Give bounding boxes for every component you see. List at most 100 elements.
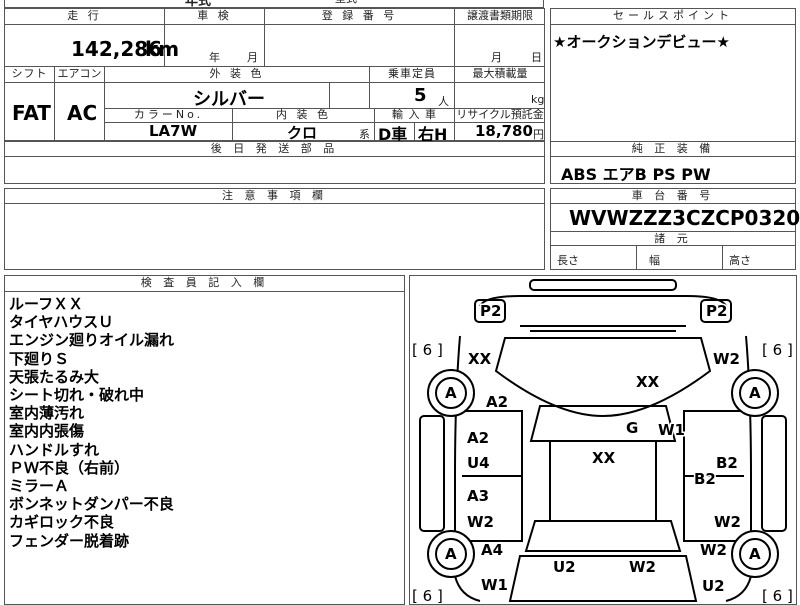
mark-a3-rear-door-left: A3 bbox=[467, 487, 489, 505]
damage-diagram-box: [ 6 ] [ 6 ] [ 6 ] [ 6 ] P2 P2 XX W2 A A … bbox=[409, 275, 797, 605]
mark-w2-trunk: W2 bbox=[629, 558, 656, 576]
import-drive-cell: D車 bbox=[375, 123, 415, 144]
registration-cell bbox=[265, 25, 455, 67]
note-line: エンジン廻りオイル漏れ bbox=[9, 331, 175, 350]
mark-w2-rear-door-right: W2 bbox=[714, 513, 741, 531]
interior-color-label: 内 装 色 bbox=[233, 109, 375, 123]
capacity-cell: 5 人 bbox=[370, 83, 455, 109]
mark-w2-rear-right: W2 bbox=[700, 541, 727, 559]
recycle-value: 18,780 bbox=[475, 122, 533, 140]
left-rail-shape bbox=[419, 415, 445, 532]
sales-point-label: セールスポイント bbox=[551, 9, 795, 25]
shift-cell: FAT bbox=[5, 83, 55, 141]
mark-w1-rear-left: W1 bbox=[481, 576, 508, 594]
exterior-color-extra bbox=[330, 83, 370, 109]
chassis-value: WVWZZZ3CZCP032002 bbox=[569, 206, 800, 230]
mark-a-wheel-rr: A bbox=[749, 545, 761, 563]
color-no-value: LA7W bbox=[149, 122, 198, 140]
equipment-box: 純 正 装 備 ABS エアB PS PW bbox=[550, 141, 796, 184]
transfer-label: 譲渡書類期限 bbox=[455, 9, 545, 25]
mark-w2-rear-door-left: W2 bbox=[467, 513, 494, 531]
exterior-color-label: 外 装 色 bbox=[105, 67, 370, 83]
model-type-fragment: 型式 bbox=[335, 0, 357, 6]
max-load-label: 最大積載量 bbox=[455, 67, 545, 83]
mark-a-wheel-fl: A bbox=[445, 384, 457, 402]
sales-point-text: ★オークションデビュー★ bbox=[553, 33, 730, 51]
inspector-label: 検 査 員 記 入 欄 bbox=[5, 276, 404, 292]
windshield-shape bbox=[529, 405, 677, 442]
note-line: ＰＷ不良（右前） bbox=[9, 458, 130, 477]
right-rail-shape bbox=[761, 415, 787, 532]
mileage-label: 走 行 bbox=[5, 9, 165, 25]
tire-fl-value: 6 bbox=[423, 341, 433, 359]
inspection-year-unit: 年 bbox=[209, 51, 220, 64]
shift-value: FAT bbox=[12, 101, 51, 125]
mark-u4-front-door-left: U4 bbox=[467, 454, 490, 472]
tire-rl-bracket: [ 6 ] bbox=[412, 587, 443, 604]
note-line: ミラーＡ bbox=[9, 477, 70, 496]
mark-b2-right-step: B2 bbox=[694, 470, 716, 488]
aircon-cell: AC bbox=[55, 83, 105, 141]
equipment-value: ABS エアB PS PW bbox=[561, 165, 711, 184]
chassis-label: 車 台 番 号 bbox=[551, 189, 795, 204]
equipment-label: 純 正 装 備 bbox=[551, 142, 795, 157]
tire-fr-value: 6 bbox=[773, 341, 783, 359]
inspector-box: 検 査 員 記 入 欄 ルーフＸＸ タイヤハウスＵ エンジン廻りオイル漏れ 下廻… bbox=[4, 275, 405, 605]
later-parts-label: 後 日 発 送 部 品 bbox=[5, 142, 544, 157]
mark-g-windshield: G bbox=[626, 419, 638, 437]
mileage-cell: 142,286 km bbox=[5, 25, 179, 67]
mark-b2-right-pillar: B2 bbox=[716, 454, 738, 472]
front-lip-shape bbox=[520, 325, 686, 332]
inspection-label: 車 検 bbox=[165, 9, 265, 25]
note-line: ハンドルすれ bbox=[9, 440, 100, 459]
recycle-label: リサイクル預託金 bbox=[455, 108, 545, 123]
mark-w2-front-right: W2 bbox=[713, 350, 740, 368]
later-parts-box: 後 日 発 送 部 品 bbox=[4, 141, 545, 184]
interior-color-value: クロ bbox=[287, 124, 318, 142]
note-line: 天張たるみ大 bbox=[9, 367, 100, 386]
shift-label: シフト bbox=[5, 67, 55, 83]
note-line: シート切れ・破れ中 bbox=[9, 386, 145, 405]
note-line: 室内内張傷 bbox=[9, 422, 85, 441]
dimension-height-cell: 高さ bbox=[723, 246, 795, 269]
rear-window-shape bbox=[524, 520, 682, 552]
dimensions-label: 諸 元 bbox=[551, 231, 795, 246]
tire-rl-value: 6 bbox=[423, 587, 433, 604]
mark-a2-front-door-left: A2 bbox=[467, 429, 489, 447]
trunk-shape bbox=[508, 555, 698, 602]
tire-fr-bracket: [ 6 ] bbox=[762, 341, 793, 359]
capacity-label: 乗車定員 bbox=[370, 67, 455, 83]
note-line: 室内薄汚れ bbox=[9, 404, 85, 423]
sales-point-box: セールスポイント ★オークションデビュー★ bbox=[550, 8, 796, 142]
chassis-box: 車 台 番 号 WVWZZZ3CZCP032002 諸 元 長さ 幅 高さ bbox=[550, 188, 800, 270]
transfer-cell: 月 日 bbox=[455, 25, 545, 67]
car-diagram: [ 6 ] [ 6 ] [ 6 ] [ 6 ] P2 P2 XX W2 A A … bbox=[412, 279, 793, 604]
dimension-height-label: 高さ bbox=[729, 254, 751, 267]
mark-xx-roof: XX bbox=[592, 449, 616, 467]
dimension-length-label: 長さ bbox=[557, 254, 579, 267]
mark-a-wheel-rl: A bbox=[445, 545, 457, 563]
registration-label: 登 録 番 号 bbox=[265, 9, 455, 25]
mark-u2-trunk: U2 bbox=[553, 558, 576, 576]
exterior-color-value: シルバー bbox=[193, 89, 265, 110]
note-line: ルーフＸＸ bbox=[9, 295, 84, 313]
max-load-unit: kg bbox=[531, 93, 545, 106]
aircon-label: エアコン bbox=[55, 67, 105, 83]
mark-xx-front-left: XX bbox=[468, 350, 492, 368]
mark-w1-windshield: W1 bbox=[658, 421, 685, 439]
front-bumper-shape bbox=[529, 279, 677, 291]
transfer-day-unit: 日 bbox=[531, 51, 542, 64]
hood-shape bbox=[494, 337, 712, 418]
interior-color-cell: クロ 系 bbox=[233, 123, 375, 142]
mark-xx-hood: XX bbox=[636, 373, 660, 391]
dimension-width-label: 幅 bbox=[649, 254, 660, 267]
color-no-label: カラーNo. bbox=[105, 109, 233, 123]
import-handle-cell: 右H bbox=[415, 123, 455, 144]
capacity-unit: 人 bbox=[438, 95, 449, 108]
capacity-value: 5 bbox=[414, 85, 427, 106]
tire-rr-bracket: [ 6 ] bbox=[762, 587, 793, 604]
dimension-width-cell: 幅 bbox=[637, 246, 723, 269]
inspection-cell: 年 月 bbox=[165, 25, 265, 67]
color-no-cell: LA7W bbox=[105, 122, 233, 141]
dimension-length-cell: 長さ bbox=[551, 246, 637, 269]
